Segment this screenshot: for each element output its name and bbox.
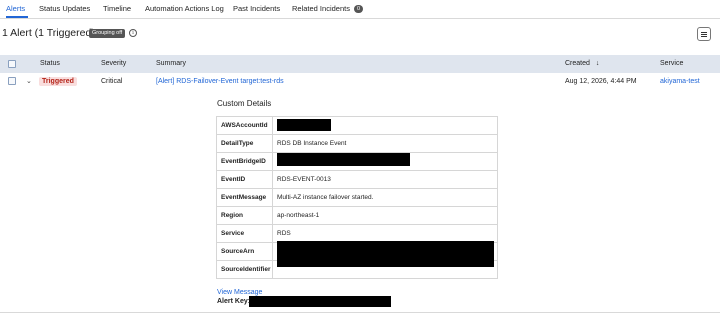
alerts-table-header: Status Severity Summary Created ↓ Servic… [0, 55, 720, 73]
tab-automation-actions-log[interactable]: Automation Actions Log [145, 4, 224, 13]
detail-row: Service RDS [216, 224, 498, 243]
detail-row: DetailType RDS DB Instance Event [216, 134, 498, 153]
custom-details-title: Custom Details [217, 99, 272, 108]
menu-icon-bar [701, 34, 707, 35]
status-badge: Triggered [39, 77, 77, 86]
tab-status-updates[interactable]: Status Updates [39, 4, 90, 13]
detail-row: EventID RDS-EVENT-0013 [216, 170, 498, 189]
column-status[interactable]: Status [40, 60, 60, 67]
tab-bar: Alerts Status Updates Timeline Automatio… [0, 0, 720, 19]
tab-timeline[interactable]: Timeline [103, 4, 131, 13]
table-options-button[interactable] [697, 27, 711, 41]
detail-key: DetailType [216, 134, 273, 153]
detail-key: AWSAccountId [216, 116, 273, 135]
redaction-box [249, 296, 391, 307]
row-checkbox[interactable] [8, 77, 16, 85]
service-link[interactable]: akiyama-test [660, 78, 700, 85]
detail-key: SourceIdentifier [216, 260, 273, 279]
table-row: ⌄ Triggered Critical [Alert] RDS-Failove… [0, 73, 720, 90]
redaction-box [277, 241, 494, 267]
sort-descending-icon: ↓ [595, 60, 600, 67]
grouping-status-badge: Grouping off [89, 29, 126, 38]
detail-key: EventMessage [216, 188, 273, 207]
menu-icon-bar [701, 36, 707, 37]
detail-key: EventID [216, 170, 273, 189]
detail-value: RDS DB Instance Event [272, 134, 498, 153]
detail-value: Multi-AZ instance failover started. [272, 188, 498, 207]
detail-value: RDS-EVENT-0013 [272, 170, 498, 189]
tab-past-incidents[interactable]: Past Incidents [233, 4, 280, 13]
detail-key: Service [216, 224, 273, 243]
select-all-checkbox[interactable] [8, 60, 16, 68]
redaction-box [277, 119, 331, 131]
column-service[interactable]: Service [660, 60, 683, 67]
column-severity[interactable]: Severity [101, 60, 126, 67]
detail-row: EventMessage Multi-AZ instance failover … [216, 188, 498, 207]
active-tab-indicator [6, 16, 28, 18]
divider [0, 312, 720, 313]
view-message-link[interactable]: View Message [217, 289, 262, 296]
column-created[interactable]: Created ↓ [565, 60, 599, 67]
detail-row: Region ap-northeast-1 [216, 206, 498, 225]
detail-key: Region [216, 206, 273, 225]
tab-related-incidents-label: Related Incidents [292, 4, 350, 13]
tab-alerts[interactable]: Alerts [6, 4, 25, 13]
detail-row: AWSAccountId [216, 116, 498, 135]
alert-summary-link[interactable]: [Alert] RDS-Failover-Event target:test-r… [156, 78, 284, 85]
tab-related-incidents[interactable]: Related Incidents 0 [292, 4, 364, 13]
created-value: Aug 12, 2026, 4:44 PM [565, 78, 637, 85]
info-icon[interactable]: i [129, 29, 137, 37]
detail-key: EventBridgeID [216, 152, 273, 171]
menu-icon [701, 32, 707, 33]
severity-value: Critical [101, 78, 123, 85]
chevron-down-icon[interactable]: ⌄ [26, 77, 32, 85]
related-incidents-count-badge: 0 [354, 5, 364, 13]
detail-value: RDS [272, 224, 498, 243]
column-summary[interactable]: Summary [156, 60, 186, 67]
detail-value: ap-northeast-1 [272, 206, 498, 225]
page-title: 1 Alert (1 Triggered) [2, 27, 95, 39]
alert-key-label: Alert Key: [217, 298, 251, 305]
column-created-label: Created [565, 60, 590, 67]
redaction-box [277, 153, 410, 166]
detail-key: SourceArn [216, 242, 273, 261]
